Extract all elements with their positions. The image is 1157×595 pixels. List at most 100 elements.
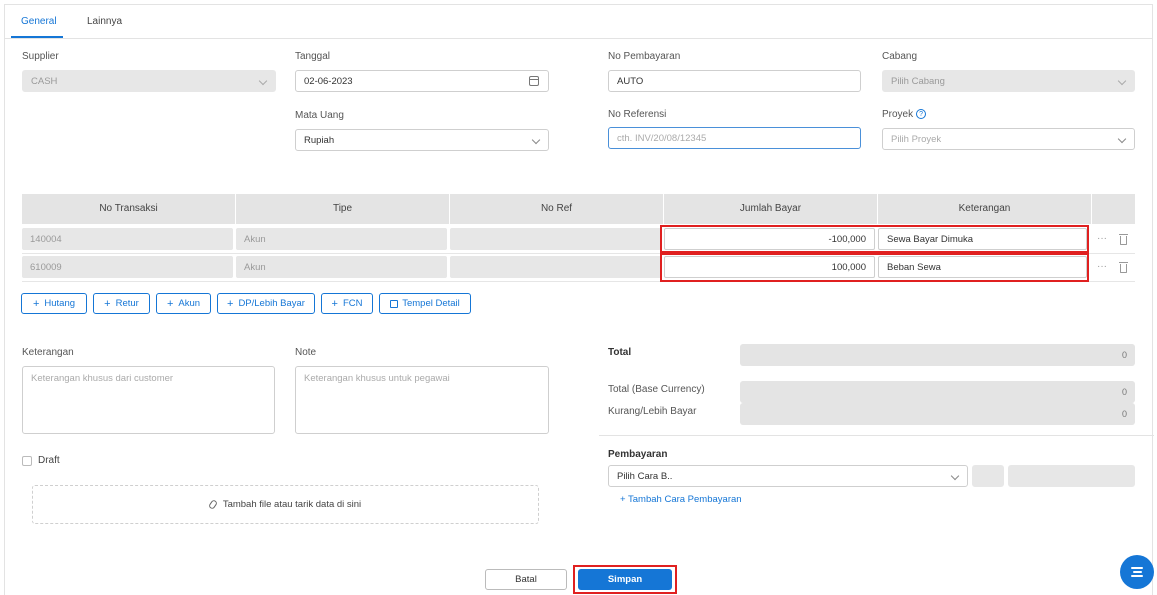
add-dp-lebih-bayar-button[interactable]: + DP/Lebih Bayar xyxy=(217,293,315,314)
tanggal-value: 02-06-2023 xyxy=(304,75,353,87)
chevron-down-icon xyxy=(1117,134,1127,144)
chevron-down-icon xyxy=(531,135,541,145)
trash-icon[interactable] xyxy=(1119,262,1128,273)
col-no-transaksi: No Transaksi xyxy=(22,194,236,224)
more-icon[interactable]: ··· xyxy=(1097,261,1107,272)
add-akun-button[interactable]: + Akun xyxy=(156,293,211,314)
add-hutang-label: Hutang xyxy=(44,298,76,309)
no-referensi-placeholder: cth. INV/20/08/12345 xyxy=(617,132,707,144)
payment-currency-field xyxy=(972,465,1004,487)
cara-bayar-select[interactable]: Pilih Cara B.. xyxy=(608,465,968,487)
copy-icon xyxy=(390,299,399,308)
chat-icon xyxy=(1131,567,1143,569)
no-pembayaran-label: No Pembayaran xyxy=(608,51,681,62)
tambah-cara-pembayaran-link[interactable]: + Tambah Cara Pembayaran xyxy=(620,494,742,505)
base-currency-label: Total (Base Currency) xyxy=(608,384,705,395)
note-label: Note xyxy=(295,347,317,358)
trash-icon[interactable] xyxy=(1119,234,1128,245)
cara-bayar-value: Pilih Cara B.. xyxy=(617,470,673,482)
chat-icon-line xyxy=(1132,571,1142,573)
active-tab-indicator xyxy=(11,36,63,38)
kurang-lebih-value: 0 xyxy=(740,403,1135,425)
no-pembayaran-value: AUTO xyxy=(617,75,644,87)
row-no-ref xyxy=(450,256,661,278)
paperclip-icon xyxy=(207,499,218,510)
no-pembayaran-input[interactable]: AUTO xyxy=(608,70,861,92)
chevron-down-icon xyxy=(1117,76,1127,86)
highlight-box xyxy=(660,253,1089,282)
tab-bar: General Lainnya xyxy=(5,5,1152,39)
mata-uang-label: Mata Uang xyxy=(295,110,344,121)
supplier-label: Supplier xyxy=(22,51,59,62)
proyek-label: Proyek xyxy=(882,109,914,120)
col-actions xyxy=(1092,194,1135,224)
col-jumlah-bayar: Jumlah Bayar xyxy=(664,194,878,224)
plus-icon: + xyxy=(104,297,111,310)
cabang-placeholder: Pilih Cabang xyxy=(891,75,945,87)
tempel-detail-label: Tempel Detail xyxy=(402,298,460,309)
add-dp-label: DP/Lebih Bayar xyxy=(238,298,305,309)
chat-icon-line xyxy=(1131,575,1143,577)
mata-uang-value: Rupiah xyxy=(304,134,335,146)
chevron-down-icon xyxy=(950,471,960,481)
chat-button[interactable] xyxy=(1120,555,1154,589)
proyek-placeholder: Pilih Proyek xyxy=(891,133,942,145)
calendar-icon[interactable] xyxy=(529,76,539,86)
plus-icon: + xyxy=(166,297,174,310)
row-no-ref xyxy=(450,228,661,250)
row-tipe: Akun xyxy=(236,256,447,278)
tanggal-date-field[interactable]: 02-06-2023 xyxy=(295,70,549,92)
pembayaran-label: Pembayaran xyxy=(608,449,668,460)
save-button[interactable]: Simpan xyxy=(578,569,672,590)
col-keterangan: Keterangan xyxy=(878,194,1092,224)
tempel-detail-button[interactable]: Tempel Detail xyxy=(379,293,471,314)
tanggal-label: Tanggal xyxy=(295,51,331,62)
proyek-label-wrap: Proyek? xyxy=(882,109,927,120)
no-referensi-label: No Referensi xyxy=(608,109,667,120)
cabang-select[interactable]: Pilih Cabang xyxy=(882,70,1135,92)
add-retur-label: Retur xyxy=(115,298,139,309)
add-fcn-button[interactable]: + FCN xyxy=(321,293,373,314)
no-referensi-input[interactable]: cth. INV/20/08/12345 xyxy=(608,127,861,149)
col-no-ref: No Ref xyxy=(450,194,664,224)
draft-checkbox[interactable] xyxy=(22,456,32,466)
kurang-lebih-label: Kurang/Lebih Bayar xyxy=(608,406,697,417)
payment-amount-field xyxy=(1008,465,1135,487)
add-fcn-label: FCN xyxy=(342,298,363,309)
plus-icon: + xyxy=(32,297,40,310)
draft-label: Draft xyxy=(38,455,60,466)
supplier-select[interactable]: CASH xyxy=(22,70,276,92)
form-panel: General Lainnya Supplier Tanggal No Pemb… xyxy=(4,4,1154,595)
mata-uang-select[interactable]: Rupiah xyxy=(295,129,549,151)
table-header: No Transaksi Tipe No Ref Jumlah Bayar Ke… xyxy=(22,194,1135,224)
dropzone-label: Tambah file atau tarik data di sini xyxy=(222,499,362,510)
keterangan-textarea[interactable]: Keterangan khusus dari customer xyxy=(22,366,275,434)
plus-icon: + xyxy=(331,297,338,310)
plus-icon: + xyxy=(227,297,234,310)
cancel-button[interactable]: Batal xyxy=(485,569,567,590)
tab-lainnya[interactable]: Lainnya xyxy=(87,16,122,27)
file-dropzone[interactable]: Tambah file atau tarik data di sini xyxy=(32,485,539,524)
row-no-transaksi: 140004 xyxy=(22,228,233,250)
keterangan-placeholder: Keterangan khusus dari customer xyxy=(31,373,174,384)
keterangan-label: Keterangan xyxy=(22,347,74,358)
add-akun-label: Akun xyxy=(178,298,201,309)
add-retur-button[interactable]: + Retur xyxy=(93,293,150,314)
note-placeholder: Keterangan khusus untuk pegawai xyxy=(304,373,450,384)
row-no-transaksi: 610009 xyxy=(22,256,233,278)
chevron-down-icon xyxy=(258,76,268,86)
total-label: Total xyxy=(608,347,632,358)
tab-general[interactable]: General xyxy=(21,16,57,27)
base-currency-value: 0 xyxy=(740,381,1135,403)
help-icon[interactable]: ? xyxy=(916,109,927,120)
divider xyxy=(599,435,1154,436)
note-textarea[interactable]: Keterangan khusus untuk pegawai xyxy=(295,366,549,434)
cabang-label: Cabang xyxy=(882,51,918,62)
add-hutang-button[interactable]: + Hutang xyxy=(21,293,87,314)
supplier-value: CASH xyxy=(31,75,58,87)
row-tipe: Akun xyxy=(236,228,447,250)
more-icon[interactable]: ··· xyxy=(1097,233,1107,244)
proyek-select[interactable]: Pilih Proyek xyxy=(882,128,1135,150)
col-tipe: Tipe xyxy=(236,194,450,224)
highlight-box xyxy=(660,225,1089,253)
